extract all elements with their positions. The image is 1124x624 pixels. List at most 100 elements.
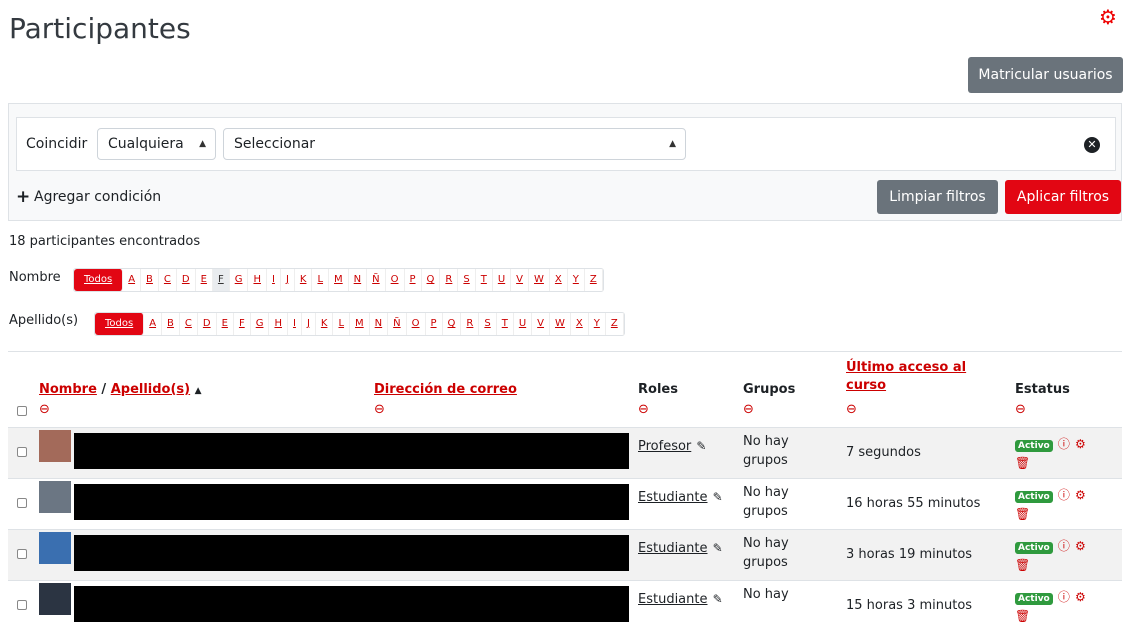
avatar[interactable]	[39, 481, 71, 513]
add-condition-link[interactable]: Agregar condición	[34, 189, 161, 205]
row-checkbox[interactable]	[17, 498, 27, 508]
letter-link[interactable]: E	[196, 269, 213, 291]
letter-link[interactable]: R	[440, 269, 459, 291]
letter-link[interactable]: H	[248, 269, 267, 291]
letter-link[interactable]: G	[230, 269, 249, 291]
letter-link[interactable]: G	[251, 313, 270, 335]
pencil-icon[interactable]: ✎	[713, 541, 723, 555]
letter-link[interactable]: U	[514, 313, 533, 335]
pencil-icon[interactable]: ✎	[713, 592, 723, 606]
letter-link[interactable]: B	[141, 269, 159, 291]
letter-link[interactable]: Z	[585, 269, 603, 291]
letter-link[interactable]: P	[426, 313, 443, 335]
letter-link[interactable]: W	[550, 313, 571, 335]
letter-link[interactable]: J	[302, 313, 316, 335]
trash-icon[interactable]: 🗑	[1015, 507, 1030, 521]
avatar[interactable]	[39, 583, 71, 615]
collapse-icon[interactable]: ⊖	[39, 402, 50, 417]
collapse-icon[interactable]: ⊖	[846, 402, 857, 417]
info-icon[interactable]: ⓘ	[1058, 539, 1070, 553]
letter-link[interactable]: D	[177, 269, 196, 291]
letter-link[interactable]: S	[458, 269, 476, 291]
letter-link[interactable]: E	[217, 313, 234, 335]
letter-link[interactable]: C	[180, 313, 198, 335]
letter-link[interactable]: A	[144, 313, 163, 335]
letter-link[interactable]: K	[295, 269, 313, 291]
letter-link[interactable]: W	[529, 269, 550, 291]
letter-link[interactable]: M	[350, 313, 370, 335]
letter-link[interactable]: R	[461, 313, 480, 335]
sort-last-access-link[interactable]: Último acceso al curso	[846, 360, 966, 393]
condition-select[interactable]: Seleccionar ▲	[223, 128, 686, 160]
letter-link[interactable]: A	[123, 269, 142, 291]
trash-icon[interactable]: 🗑	[1015, 558, 1030, 572]
role-link[interactable]: Profesor	[638, 439, 691, 454]
letter-link[interactable]: O	[386, 269, 405, 291]
collapse-icon[interactable]: ⊖	[638, 402, 649, 417]
letter-link[interactable]: X	[550, 269, 568, 291]
letter-link[interactable]: O	[407, 313, 426, 335]
letter-link[interactable]: Z	[606, 313, 624, 335]
letter-link[interactable]: M	[329, 269, 349, 291]
first-name-all-link[interactable]: Todos	[74, 269, 124, 291]
gear-icon[interactable]: ⚙	[1097, 6, 1119, 28]
role-link[interactable]: Estudiante	[638, 490, 708, 505]
info-icon[interactable]: ⓘ	[1058, 437, 1070, 451]
letter-link[interactable]: L	[333, 313, 351, 335]
letter-link[interactable]: V	[511, 269, 530, 291]
gear-icon[interactable]: ⚙	[1075, 488, 1086, 502]
info-icon[interactable]: ⓘ	[1058, 488, 1070, 502]
letter-link[interactable]: S	[479, 313, 497, 335]
sort-email-link[interactable]: Dirección de correo	[374, 382, 517, 397]
letter-link[interactable]: I	[288, 313, 302, 335]
row-checkbox[interactable]	[17, 447, 27, 457]
collapse-icon[interactable]: ⊖	[374, 402, 385, 417]
gear-icon[interactable]: ⚙	[1075, 437, 1086, 451]
trash-icon[interactable]: 🗑	[1015, 456, 1030, 470]
sort-first-name-link[interactable]: Nombre	[39, 382, 97, 397]
letter-link[interactable]: T	[476, 269, 493, 291]
letter-link[interactable]: Ñ	[388, 313, 407, 335]
letter-link[interactable]: B	[162, 313, 180, 335]
letter-link[interactable]: J	[281, 269, 295, 291]
letter-link[interactable]: T	[497, 313, 514, 335]
avatar[interactable]	[39, 532, 71, 564]
letter-link[interactable]: Y	[568, 269, 585, 291]
letter-link[interactable]: F	[234, 313, 251, 335]
pencil-icon[interactable]: ✎	[713, 490, 723, 504]
apply-filters-button[interactable]: Aplicar filtros	[1005, 180, 1121, 214]
role-cell[interactable]: Estudiante ✎	[638, 588, 728, 609]
trash-icon[interactable]: 🗑	[1015, 609, 1030, 623]
remove-filter-icon[interactable]: ✕	[1084, 137, 1100, 153]
letter-link[interactable]: U	[493, 269, 512, 291]
row-checkbox[interactable]	[17, 549, 27, 559]
info-icon[interactable]: ⓘ	[1058, 590, 1070, 604]
clear-filters-button[interactable]: Limpiar filtros	[877, 180, 998, 214]
letter-link[interactable]: Q	[422, 269, 441, 291]
letter-link[interactable]: X	[571, 313, 589, 335]
letter-link[interactable]: P	[405, 269, 422, 291]
last-name-all-link[interactable]: Todos	[95, 313, 145, 335]
letter-link[interactable]: V	[532, 313, 551, 335]
letter-link[interactable]: N	[349, 269, 368, 291]
sort-last-name-link[interactable]: Apellido(s)	[111, 382, 190, 397]
letter-link[interactable]: N	[370, 313, 389, 335]
letter-link[interactable]: H	[269, 313, 288, 335]
letter-link[interactable]: F	[212, 269, 230, 291]
match-select[interactable]: Cualquiera ▲	[97, 128, 216, 160]
letter-link[interactable]: C	[159, 269, 177, 291]
letter-link[interactable]: I	[267, 269, 281, 291]
role-link[interactable]: Estudiante	[638, 592, 708, 607]
enrol-users-button[interactable]: Matricular usuarios	[968, 57, 1123, 93]
letter-link[interactable]: Y	[589, 313, 606, 335]
letter-link[interactable]: K	[316, 313, 334, 335]
select-all-checkbox[interactable]	[17, 406, 27, 416]
collapse-icon[interactable]: ⊖	[743, 402, 754, 417]
letter-link[interactable]: Ñ	[367, 269, 386, 291]
letter-link[interactable]: D	[198, 313, 217, 335]
pencil-icon[interactable]: ✎	[696, 439, 706, 453]
collapse-icon[interactable]: ⊖	[1015, 402, 1026, 417]
role-link[interactable]: Estudiante	[638, 541, 708, 556]
role-cell[interactable]: Profesor ✎	[638, 435, 728, 456]
letter-link[interactable]: L	[312, 269, 330, 291]
